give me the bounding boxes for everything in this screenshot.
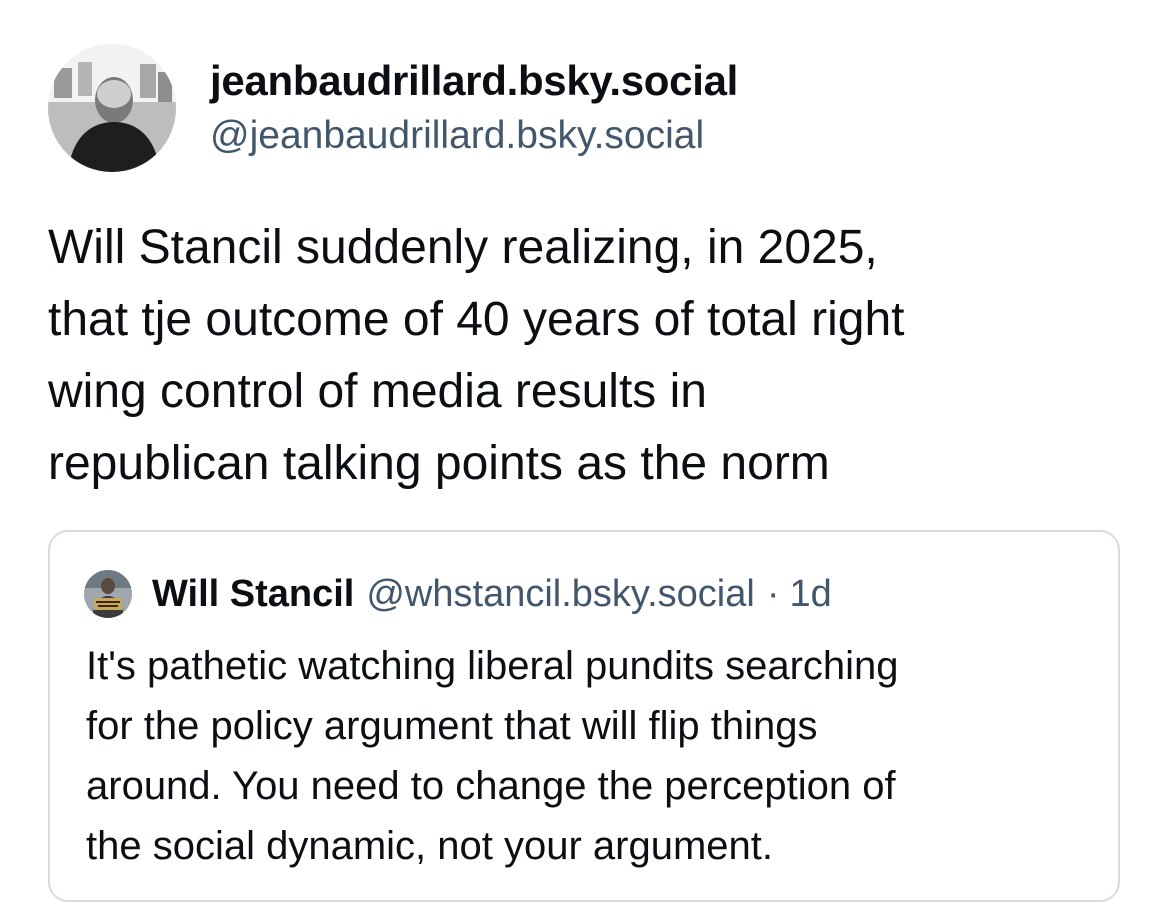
- author-avatar[interactable]: [48, 44, 176, 172]
- quoted-author-name[interactable]: Will Stancil: [152, 573, 354, 616]
- post-text: Will Stancil suddenly realizing, in 2025…: [48, 221, 905, 490]
- quoted-author-avatar[interactable]: [84, 570, 132, 618]
- post-author[interactable]: jeanbaudrillard.bsky.social @jeanbaudril…: [48, 44, 738, 172]
- quoted-author-handle[interactable]: @whstancil.bsky.social: [366, 573, 754, 616]
- quoted-post-time[interactable]: 1d: [789, 573, 831, 616]
- author-names: jeanbaudrillard.bsky.social @jeanbaudril…: [210, 55, 738, 161]
- author-display-name[interactable]: jeanbaudrillard.bsky.social: [210, 55, 738, 107]
- quoted-post[interactable]: Will Stancil @whstancil.bsky.social · 1d…: [48, 530, 1120, 902]
- separator-dot: ·: [766, 572, 780, 615]
- author-handle[interactable]: @jeanbaudrillard.bsky.social: [210, 111, 738, 161]
- quoted-post-header: Will Stancil @whstancil.bsky.social · 1d: [84, 570, 832, 618]
- post: jeanbaudrillard.bsky.social @jeanbaudril…: [0, 0, 1170, 921]
- quoted-avatar-photo-icon: [84, 570, 132, 618]
- avatar-photo-icon: [48, 44, 176, 172]
- quoted-post-text: It's pathetic watching liberal pundits s…: [86, 644, 899, 868]
